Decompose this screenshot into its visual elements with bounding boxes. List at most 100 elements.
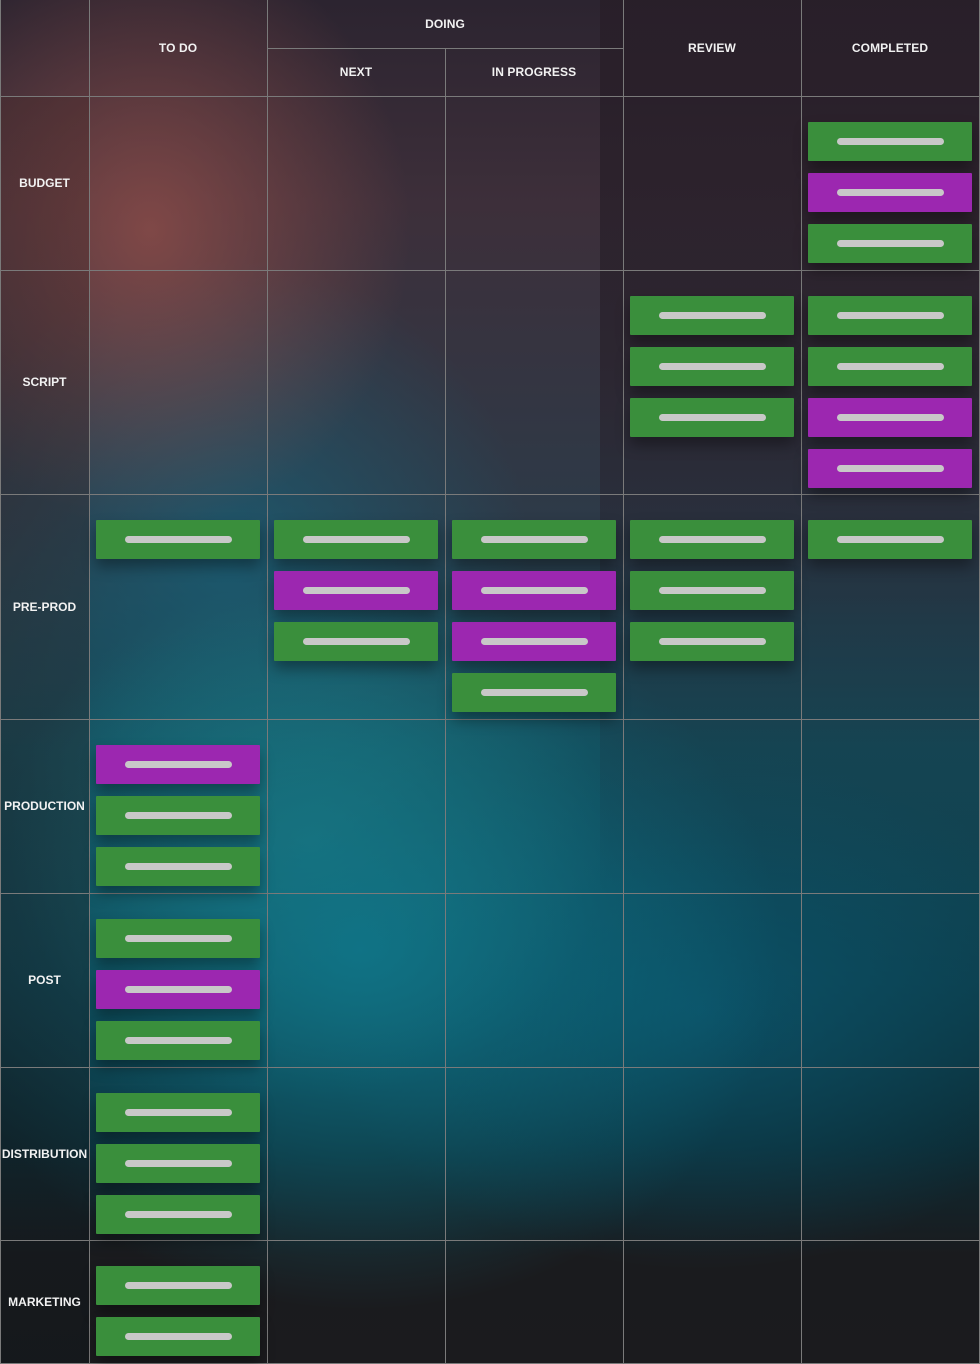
board-cell-distribution-in-progress[interactable] [446,1068,623,1240]
board-cell-pre-prod-todo[interactable] [90,495,267,719]
board-cell-budget-todo[interactable] [90,97,267,270]
board-cell-pre-prod-completed[interactable] [802,495,979,719]
card-title-placeholder [480,689,588,696]
column-header-review[interactable]: REVIEW [623,0,801,96]
board-cell-script-completed[interactable] [802,271,979,494]
task-card[interactable] [452,622,616,661]
board-cell-post-todo[interactable] [90,894,267,1067]
card-title-placeholder [124,761,232,768]
column-header-completed[interactable]: COMPLETED [801,0,979,96]
card-title-placeholder [480,638,588,645]
task-card[interactable] [808,449,972,488]
task-card[interactable] [630,571,794,610]
board-cell-distribution-todo[interactable] [90,1068,267,1240]
task-card[interactable] [630,347,794,386]
task-card[interactable] [630,296,794,335]
row-header-post[interactable]: POST [0,893,89,1067]
card-title-placeholder [124,536,232,543]
task-card[interactable] [274,571,438,610]
board-cell-marketing-todo[interactable] [90,1241,267,1363]
card-title-placeholder [836,138,944,145]
board-cell-production-next[interactable] [268,720,445,893]
row-header-script[interactable]: SCRIPT [0,270,89,494]
column-header-next[interactable]: NEXT [267,48,445,96]
board-cell-budget-completed[interactable] [802,97,979,270]
board-cell-marketing-completed[interactable] [802,1241,979,1363]
board-cell-marketing-next[interactable] [268,1241,445,1363]
board-cell-budget-review[interactable] [624,97,801,270]
task-card[interactable] [274,520,438,559]
row-header-production[interactable]: PRODUCTION [0,719,89,893]
card-title-placeholder [124,812,232,819]
card-title-placeholder [124,986,232,993]
board-cell-pre-prod-review[interactable] [624,495,801,719]
card-title-placeholder [302,587,410,594]
card-title-placeholder [836,414,944,421]
task-card[interactable] [96,1266,260,1305]
task-card[interactable] [452,673,616,712]
task-card[interactable] [96,520,260,559]
card-title-placeholder [124,863,232,870]
row-header-budget[interactable]: BUDGET [0,96,89,270]
task-card[interactable] [96,1144,260,1183]
task-card[interactable] [452,571,616,610]
task-card[interactable] [96,847,260,886]
grid-line-horizontal [267,48,623,49]
card-title-placeholder [124,1037,232,1044]
task-card[interactable] [630,622,794,661]
task-card[interactable] [96,1195,260,1234]
board-cell-production-review[interactable] [624,720,801,893]
task-card[interactable] [274,622,438,661]
board-cell-script-next[interactable] [268,271,445,494]
board-cell-post-in-progress[interactable] [446,894,623,1067]
board-cell-production-in-progress[interactable] [446,720,623,893]
task-card[interactable] [96,1317,260,1356]
task-card[interactable] [630,398,794,437]
task-card[interactable] [808,296,972,335]
task-card[interactable] [808,122,972,161]
row-header-distribution[interactable]: DISTRIBUTION [0,1067,89,1240]
column-header-todo[interactable]: TO DO [89,0,267,96]
board-cell-post-next[interactable] [268,894,445,1067]
board-cell-production-completed[interactable] [802,720,979,893]
row-header-pre-prod[interactable]: PRE-PROD [0,494,89,719]
board-cell-distribution-review[interactable] [624,1068,801,1240]
board-cell-pre-prod-in-progress[interactable] [446,495,623,719]
task-card[interactable] [808,173,972,212]
task-card[interactable] [808,520,972,559]
board-cell-pre-prod-next[interactable] [268,495,445,719]
kanban-board: TO DO DOING NEXT IN PROGRESS REVIEW COMP… [0,0,980,1364]
board-cell-script-todo[interactable] [90,271,267,494]
task-card[interactable] [96,970,260,1009]
board-cell-script-review[interactable] [624,271,801,494]
task-card[interactable] [630,520,794,559]
card-title-placeholder [124,1211,232,1218]
column-group-header-doing[interactable]: DOING [267,0,623,48]
task-card[interactable] [96,919,260,958]
board-cell-distribution-completed[interactable] [802,1068,979,1240]
task-card[interactable] [96,1021,260,1060]
card-title-placeholder [836,465,944,472]
card-title-placeholder [658,536,766,543]
task-card[interactable] [96,745,260,784]
board-cell-post-completed[interactable] [802,894,979,1067]
column-header-in-progress[interactable]: IN PROGRESS [445,48,623,96]
card-title-placeholder [124,935,232,942]
task-card[interactable] [452,520,616,559]
task-card[interactable] [96,1093,260,1132]
board-cell-production-todo[interactable] [90,720,267,893]
task-card[interactable] [808,224,972,263]
card-title-placeholder [480,587,588,594]
board-cell-script-in-progress[interactable] [446,271,623,494]
task-card[interactable] [808,398,972,437]
task-card[interactable] [808,347,972,386]
board-cell-post-review[interactable] [624,894,801,1067]
board-cell-budget-next[interactable] [268,97,445,270]
board-cell-distribution-next[interactable] [268,1068,445,1240]
board-cell-marketing-in-progress[interactable] [446,1241,623,1363]
card-title-placeholder [836,240,944,247]
task-card[interactable] [96,796,260,835]
row-header-marketing[interactable]: MARKETING [0,1240,89,1363]
board-cell-budget-in-progress[interactable] [446,97,623,270]
board-cell-marketing-review[interactable] [624,1241,801,1363]
